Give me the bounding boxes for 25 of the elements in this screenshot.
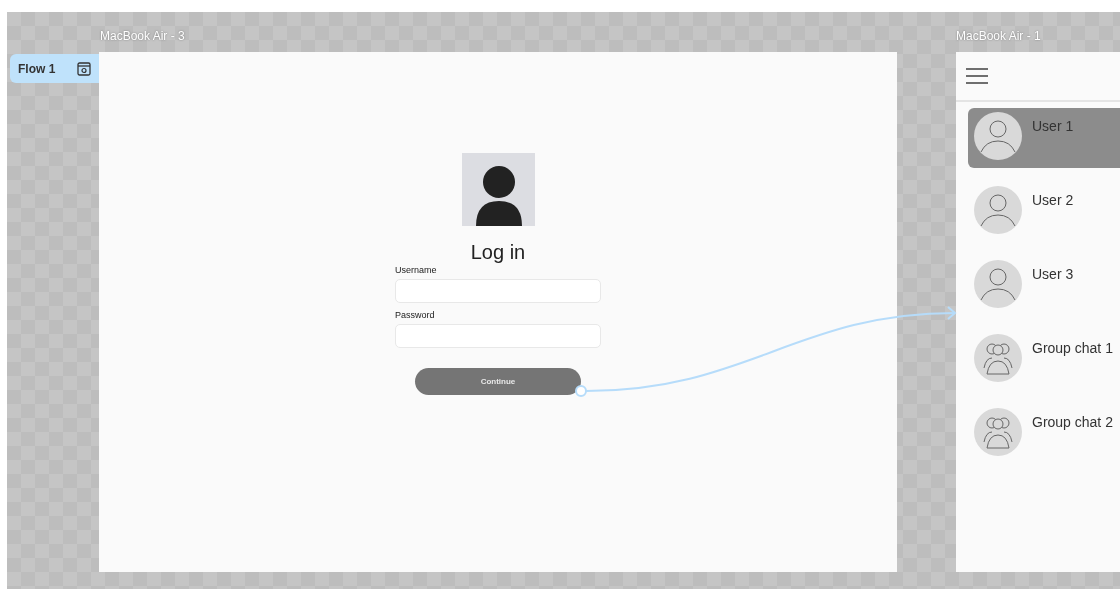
flow-badge[interactable]: Flow 1 <box>10 54 99 83</box>
group-avatar-icon <box>974 408 1022 456</box>
chat-item[interactable]: Group chat 1 <box>968 330 1120 390</box>
user-avatar-icon <box>461 153 535 226</box>
chat-name: User 1 <box>1032 118 1074 134</box>
login-heading: Log in <box>470 240 526 264</box>
chat-item[interactable]: Group chat 2 <box>968 404 1120 464</box>
chat-name: Group chat 1 <box>1032 340 1113 356</box>
menu-icon[interactable] <box>966 68 988 84</box>
frame-title: MacBook Air - 3 <box>100 29 185 43</box>
chat-name: User 3 <box>1032 266 1074 282</box>
play-window-icon <box>77 61 91 76</box>
chat-item[interactable]: User 3 <box>968 256 1120 316</box>
chat-name: User 2 <box>1032 192 1074 208</box>
frame-title: MacBook Air - 1 <box>956 29 1041 43</box>
user-avatar-icon <box>974 260 1022 308</box>
group-avatar-icon <box>974 334 1022 382</box>
field-label: Username <box>395 265 438 275</box>
chat-name: Group chat 2 <box>1032 414 1113 430</box>
chat-item[interactable]: User 2 <box>968 182 1120 242</box>
user-avatar-icon <box>974 186 1022 234</box>
field-label: Password <box>395 310 436 320</box>
user-avatar-icon <box>974 112 1022 160</box>
continue-button[interactable]: Continue <box>415 368 581 395</box>
chat-item[interactable]: User 1 <box>968 108 1120 168</box>
